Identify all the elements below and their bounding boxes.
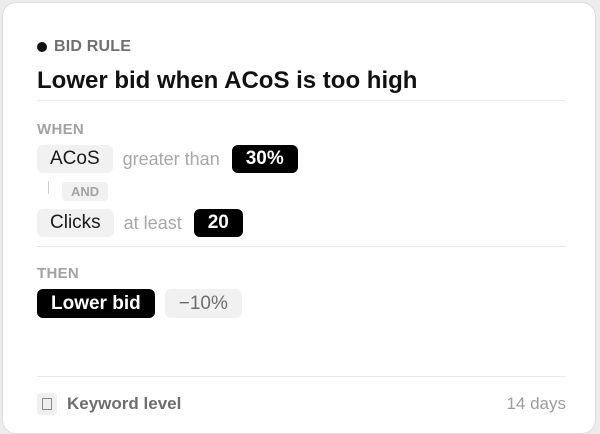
- condition-metric-chip[interactable]: Clicks: [37, 209, 114, 237]
- action-amount-chip[interactable]: −10%: [164, 289, 242, 318]
- when-label: WHEN: [37, 121, 85, 138]
- when-then-divider: [37, 246, 566, 247]
- bullet-dot-icon: [37, 42, 47, 52]
- bid-rule-card: BID RULE Lower bid when ACoS is too high…: [2, 2, 596, 434]
- condition-row-acos: ACoS greater than 30%: [37, 145, 298, 173]
- condition-connector-line: [48, 181, 49, 194]
- title-divider: [37, 100, 566, 101]
- footer-divider: [37, 376, 566, 377]
- condition-operator[interactable]: greater than: [123, 149, 220, 170]
- condition-operator[interactable]: at least: [124, 213, 182, 234]
- action-row: Lower bid −10%: [37, 289, 242, 318]
- action-chip[interactable]: Lower bid: [37, 289, 155, 318]
- rule-eyebrow: BID RULE: [37, 38, 131, 56]
- condition-row-clicks: Clicks at least 20: [37, 209, 243, 237]
- condition-value-chip[interactable]: 30%: [231, 145, 298, 173]
- condition-metric-chip[interactable]: ACoS: [37, 145, 113, 173]
- rule-footer: Keyword level 14 days: [37, 393, 566, 415]
- rule-eyebrow-label: BID RULE: [54, 38, 132, 55]
- level-label: Keyword level: [67, 394, 182, 413]
- level-selector[interactable]: Keyword level: [37, 393, 181, 415]
- then-label: THEN: [37, 265, 80, 282]
- lookback-window[interactable]: 14 days: [506, 394, 566, 414]
- condition-value-chip[interactable]: 20: [193, 209, 243, 237]
- keyword-level-icon: [37, 393, 57, 415]
- rule-title: Lower bid when ACoS is too high: [37, 67, 418, 94]
- and-joiner-badge[interactable]: AND: [62, 182, 109, 201]
